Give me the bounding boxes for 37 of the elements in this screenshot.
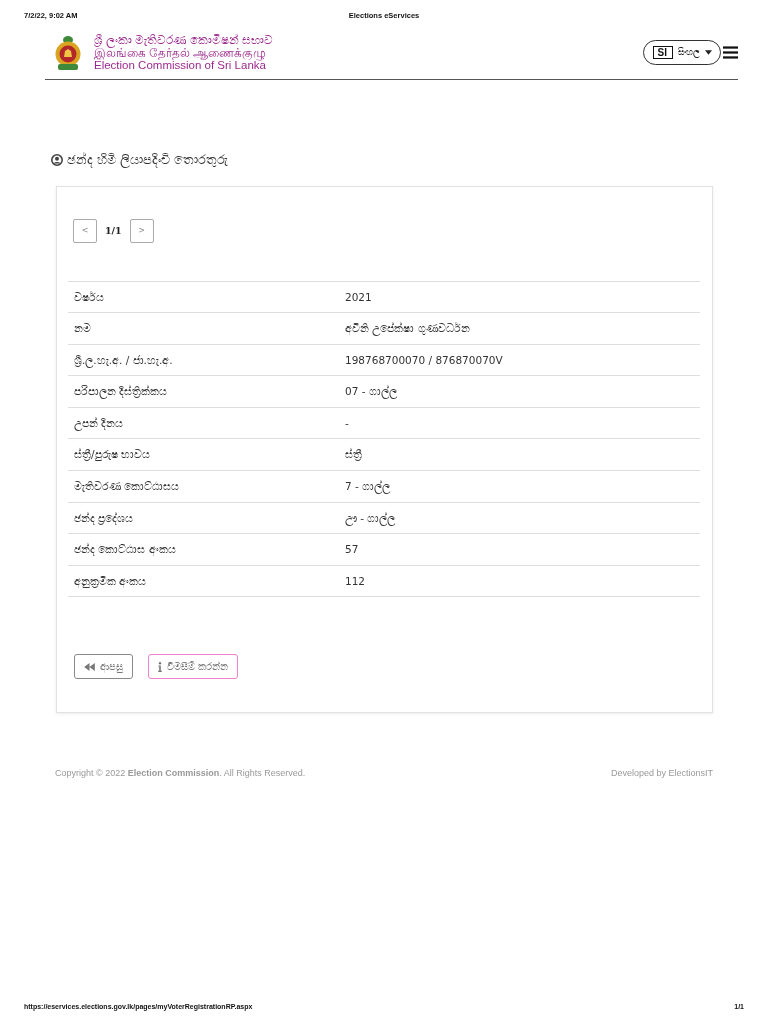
caret-icon — [705, 50, 712, 56]
field-value: 2021 — [344, 289, 373, 305]
field-value: 198768700070 / 876870070V — [344, 352, 504, 368]
emblem-logo[interactable] — [55, 35, 81, 70]
user-circle-icon — [51, 153, 63, 166]
page-indicator: 1/1 — [105, 225, 122, 236]
field-value: 112 — [344, 573, 367, 589]
back-button[interactable]: ආපසු — [74, 654, 133, 680]
field-label: අනුක්‍රමික අංකය — [73, 573, 148, 590]
developer-credit: Developed by ElectionsIT — [610, 767, 713, 780]
enquiry-button[interactable]: විමසීම් කරන්න — [148, 654, 239, 680]
field-value: අවිනි උපේක්ෂා ගුණවර්ධන — [344, 321, 471, 338]
info-icon — [158, 661, 162, 672]
menu-icon[interactable] — [723, 46, 738, 60]
field-label: නම — [73, 321, 92, 337]
page-heading: ඡන්ද හිමි ලියාපදිංචි තොරතුරු — [67, 151, 228, 168]
copyright-text: Copyright © 2022 Election Commission. All Rights Reserved. — [55, 767, 306, 780]
field-value: 07 - ගාල්ල — [344, 384, 398, 401]
field-label: මැතිවරණ කොට්ඨාසය — [73, 479, 181, 495]
field-label: ශ්‍රී.ල.හැ.අ. / ජා.හැ.අ. — [73, 352, 174, 370]
field-label: වර්ෂය — [73, 289, 105, 305]
language-selector[interactable]: SI සිංහල — [642, 40, 721, 66]
field-value: ඌ - ගාල්ල — [344, 510, 397, 528]
field-value: - — [344, 415, 350, 431]
field-label: උපන් දිනය — [73, 415, 125, 433]
next-page-button[interactable]: > — [129, 218, 154, 243]
previous-page-button[interactable]: < — [73, 218, 97, 243]
field-value: 57 — [344, 542, 360, 558]
language-code-badge: SI — [652, 46, 673, 60]
organization-name: ශ්‍රී ලංකා මැතිවරණ කොමිෂන් සභාව — [94, 34, 273, 47]
field-value: ස්ත්‍රී — [344, 447, 363, 463]
field-value: 7 - ගාල්ල — [344, 479, 392, 496]
field-label: ස්ත්‍රී/පුරුෂ භාවය — [73, 447, 151, 463]
field-label: ඡන්ද කොට්ඨාස අංකය — [73, 542, 177, 558]
rewind-icon — [84, 662, 95, 671]
field-label: ඡන්ද ප්‍රදේශය — [73, 510, 135, 527]
field-label: පරිපාලන දිස්ත්‍රික්කය — [73, 384, 169, 401]
